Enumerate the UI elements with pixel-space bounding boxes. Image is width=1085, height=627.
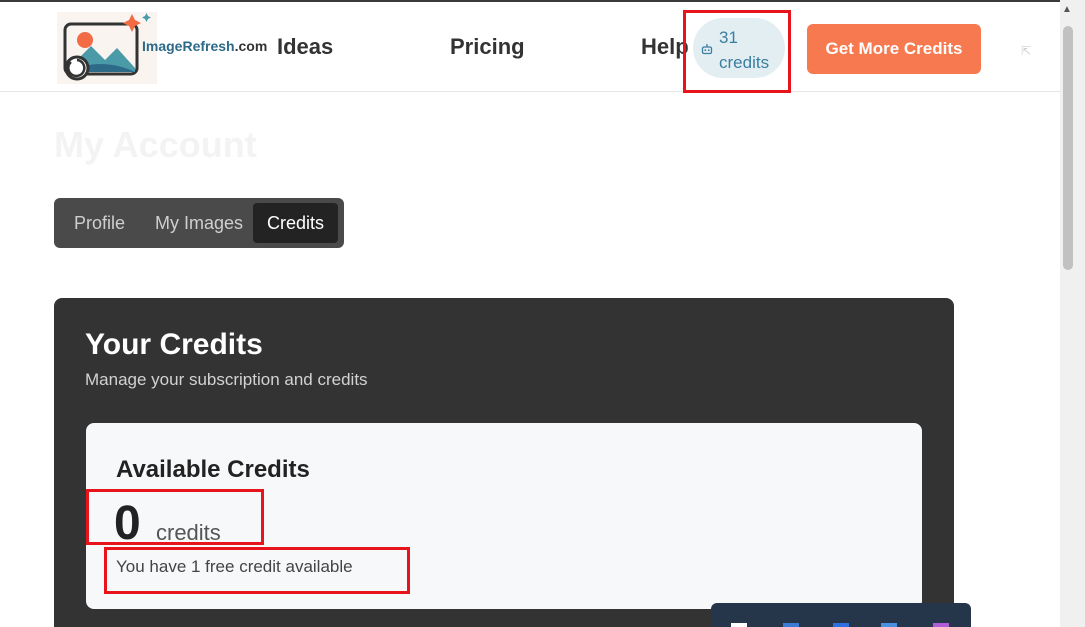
nav-link-pricing[interactable]: Pricing: [450, 34, 525, 60]
get-more-credits-button[interactable]: Get More Credits: [807, 24, 981, 74]
expand-icon[interactable]: ⇱: [1021, 44, 1031, 58]
card-subtitle: Manage your subscription and credits: [85, 370, 368, 389]
scroll-thumb[interactable]: [1063, 26, 1073, 270]
available-credits-title: Available Credits: [116, 456, 310, 483]
taskbar-app-icon[interactable]: [833, 623, 849, 627]
page-title: My Account: [54, 124, 257, 165]
nav-link-help[interactable]: Help: [641, 34, 689, 60]
logo-text[interactable]: ImageRefresh.com: [142, 38, 267, 54]
account-tabs: Profile My Images Credits: [54, 198, 344, 248]
taskbar-app-icon[interactable]: [783, 623, 799, 627]
highlight-box-free-note: [104, 547, 410, 594]
logo-name: ImageRefresh: [142, 38, 235, 54]
taskbar: [711, 603, 971, 627]
nav-link-ideas[interactable]: Ideas: [277, 34, 333, 60]
taskbar-app-icon[interactable]: [933, 623, 949, 627]
tab-credits[interactable]: Credits: [253, 203, 339, 243]
top-navbar: ImageRefresh.com Ideas Pricing Help 31 c…: [0, 2, 1060, 92]
scroll-up-arrow-icon[interactable]: ▲: [1062, 4, 1072, 15]
logo-domain: .com: [234, 38, 268, 54]
tab-my-images[interactable]: My Images: [141, 203, 257, 243]
highlight-box-credit-count: [86, 489, 264, 545]
taskbar-app-icon[interactable]: [881, 623, 897, 627]
highlight-box-credits-pill: [683, 10, 791, 93]
taskbar-app-icon[interactable]: [731, 623, 747, 627]
tab-profile[interactable]: Profile: [60, 203, 139, 243]
card-title: Your Credits: [85, 328, 263, 361]
